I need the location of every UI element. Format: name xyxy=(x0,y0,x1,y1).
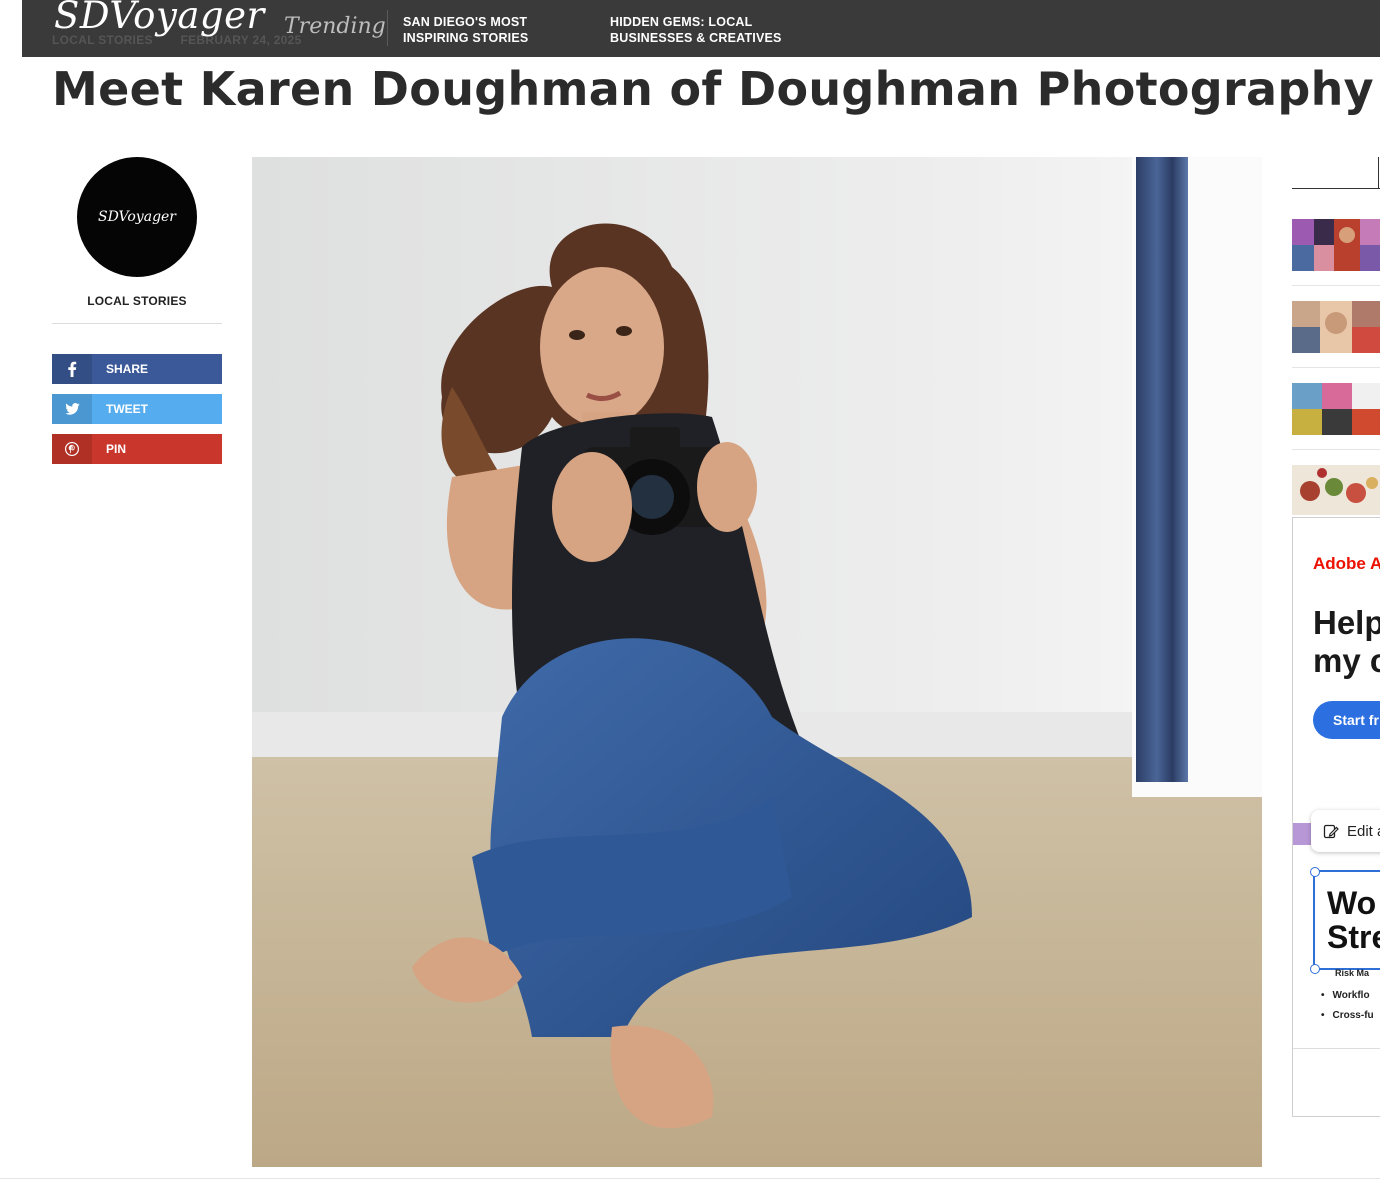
thumbnail-collage xyxy=(1292,465,1380,515)
trending-divider xyxy=(387,10,388,46)
pinterest-icon xyxy=(52,434,92,464)
trending-link-inspiring-stories[interactable]: SAN DIEGO'S MOST INSPIRING STORIES xyxy=(403,14,553,46)
ad-cta-button[interactable]: Start fr xyxy=(1313,701,1380,739)
sidebar-box-line xyxy=(1292,188,1380,189)
ad-partial-line: Risk Ma xyxy=(1335,968,1370,978)
hero-photo-illustration xyxy=(252,157,1262,1167)
related-story-thumbnail[interactable] xyxy=(1292,219,1380,271)
hero-photo xyxy=(252,157,1262,1167)
ad-bullet: Cross-fu xyxy=(1321,1006,1374,1026)
author-label[interactable]: LOCAL STORIES xyxy=(52,294,222,308)
facebook-icon xyxy=(52,354,92,384)
article-title: Meet Karen Doughman of Doughman Photogra… xyxy=(52,62,1374,116)
divider xyxy=(0,1178,1380,1179)
thumbnail-collage xyxy=(1292,219,1380,271)
sidebar-box-edge xyxy=(1378,157,1379,189)
related-story-thumbnail[interactable] xyxy=(1292,383,1380,435)
pinterest-pin-label: PIN xyxy=(106,442,127,456)
ad-frame-title-line: Stre xyxy=(1327,919,1380,955)
ad-edit-button[interactable]: Edit a xyxy=(1311,810,1380,852)
facebook-share-label: SHARE xyxy=(106,362,149,376)
twitter-tweet-label: TWEET xyxy=(106,402,148,416)
author-avatar-text: SDVoyager xyxy=(97,209,177,225)
related-story-thumbnail[interactable] xyxy=(1292,301,1380,353)
divider xyxy=(1293,1048,1380,1049)
site-logo[interactable]: SDVoyager xyxy=(54,0,265,37)
ad-frame-title-line: Wo xyxy=(1327,885,1377,921)
ad-bullet: Workflo xyxy=(1321,986,1374,1006)
trending-label: Trending xyxy=(284,14,386,39)
ad-frame-title: Wo Stre xyxy=(1327,886,1380,954)
ad-headline-line: Help xyxy=(1313,604,1380,641)
thumbnail-collage xyxy=(1292,383,1380,435)
divider xyxy=(1292,449,1380,450)
selection-handle xyxy=(1310,867,1320,877)
twitter-tweet-button[interactable]: TWEET xyxy=(52,394,222,424)
sidebar-advertisement[interactable]: Adobe A Help my c Start fr Edit a Wo Str… xyxy=(1292,517,1380,1117)
ad-headline: Help my c xyxy=(1313,604,1380,680)
divider xyxy=(1292,367,1380,368)
divider xyxy=(52,323,222,324)
ad-headline-line: my c xyxy=(1313,642,1380,679)
facebook-share-button[interactable]: SHARE xyxy=(52,354,222,384)
edit-icon xyxy=(1323,824,1339,839)
ad-edit-label: Edit a xyxy=(1347,822,1380,840)
ad-bullet-list: Workflo Cross-fu xyxy=(1321,986,1374,1026)
thumbnail-collage xyxy=(1292,301,1380,353)
selection-handle xyxy=(1310,964,1320,974)
twitter-icon xyxy=(52,394,92,424)
trending-link-hidden-gems[interactable]: HIDDEN GEMS: LOCAL BUSINESSES & CREATIVE… xyxy=(610,14,800,46)
author-avatar[interactable]: SDVoyager xyxy=(77,157,197,277)
divider xyxy=(1292,285,1380,286)
related-story-thumbnail[interactable] xyxy=(1292,465,1380,515)
ad-brand: Adobe A xyxy=(1313,554,1380,573)
top-navigation-bar: LOCAL STORIES FEBRUARY 24, 2025 SDVoyage… xyxy=(22,0,1380,57)
pinterest-pin-button[interactable]: PIN xyxy=(52,434,222,464)
ad-decoration xyxy=(1293,823,1313,845)
